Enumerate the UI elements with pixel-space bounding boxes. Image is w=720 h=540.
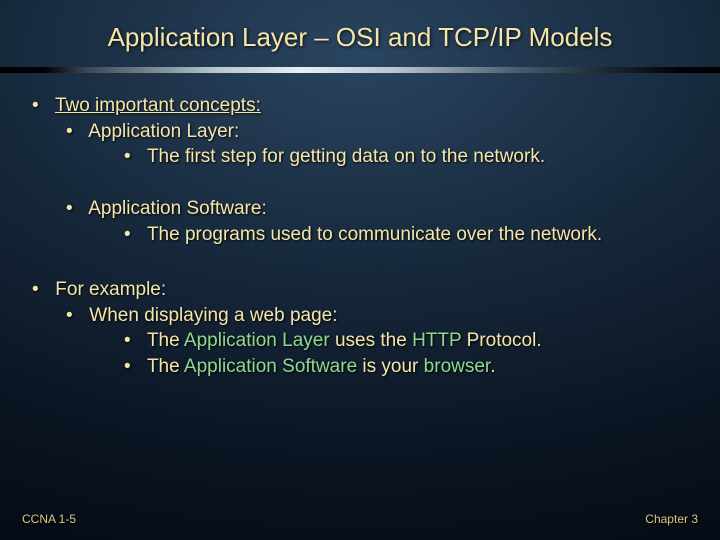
example-heading: For example: xyxy=(55,279,166,300)
bullet-app-software-detail: The programs used to communicate over th… xyxy=(126,222,696,248)
green-app-software: Application Software xyxy=(184,356,357,377)
bullet-webpage: When displaying a web page: The Applicat… xyxy=(68,303,696,380)
t: Protocol. xyxy=(461,330,541,351)
app-software-detail: The programs used to communicate over th… xyxy=(147,224,602,245)
app-layer-detail: The first step for getting data on to th… xyxy=(147,146,545,167)
footer: CCNA 1-5 Chapter 3 xyxy=(0,512,720,526)
footer-right: Chapter 3 xyxy=(645,512,698,526)
t: is your xyxy=(357,356,424,377)
bullet-app-layer: Application Layer: The first step for ge… xyxy=(68,119,696,170)
webpage-label: When displaying a web page: xyxy=(89,305,337,326)
concepts-heading: Two important concepts: xyxy=(55,95,261,116)
t: uses the xyxy=(330,330,412,351)
spacer xyxy=(34,170,696,196)
bullet-app-layer-detail: The first step for getting data on to th… xyxy=(126,144,696,170)
slide-content: Two important concepts: Application Laye… xyxy=(0,73,720,380)
t: The xyxy=(147,356,184,377)
bullet-http-line: The Application Layer uses the HTTP Prot… xyxy=(126,328,696,354)
bullet-app-software: Application Software: The programs used … xyxy=(68,196,696,247)
bullet-example: For example: When displaying a web page:… xyxy=(34,277,696,380)
spacer xyxy=(24,251,696,277)
bullet-concepts: Two important concepts: Application Laye… xyxy=(34,93,696,247)
slide-title: Application Layer – OSI and TCP/IP Model… xyxy=(0,0,720,63)
app-layer-label: Application Layer: xyxy=(88,121,239,142)
green-browser: browser xyxy=(424,356,491,377)
slide: Application Layer – OSI and TCP/IP Model… xyxy=(0,0,720,540)
green-http: HTTP xyxy=(412,330,461,351)
footer-left: CCNA 1-5 xyxy=(22,512,76,526)
t: . xyxy=(490,356,495,377)
green-app-layer: Application Layer xyxy=(184,330,330,351)
bullet-browser-line: The Application Software is your browser… xyxy=(126,354,696,380)
app-software-label: Application Software: xyxy=(88,198,267,219)
t: The xyxy=(147,330,184,351)
